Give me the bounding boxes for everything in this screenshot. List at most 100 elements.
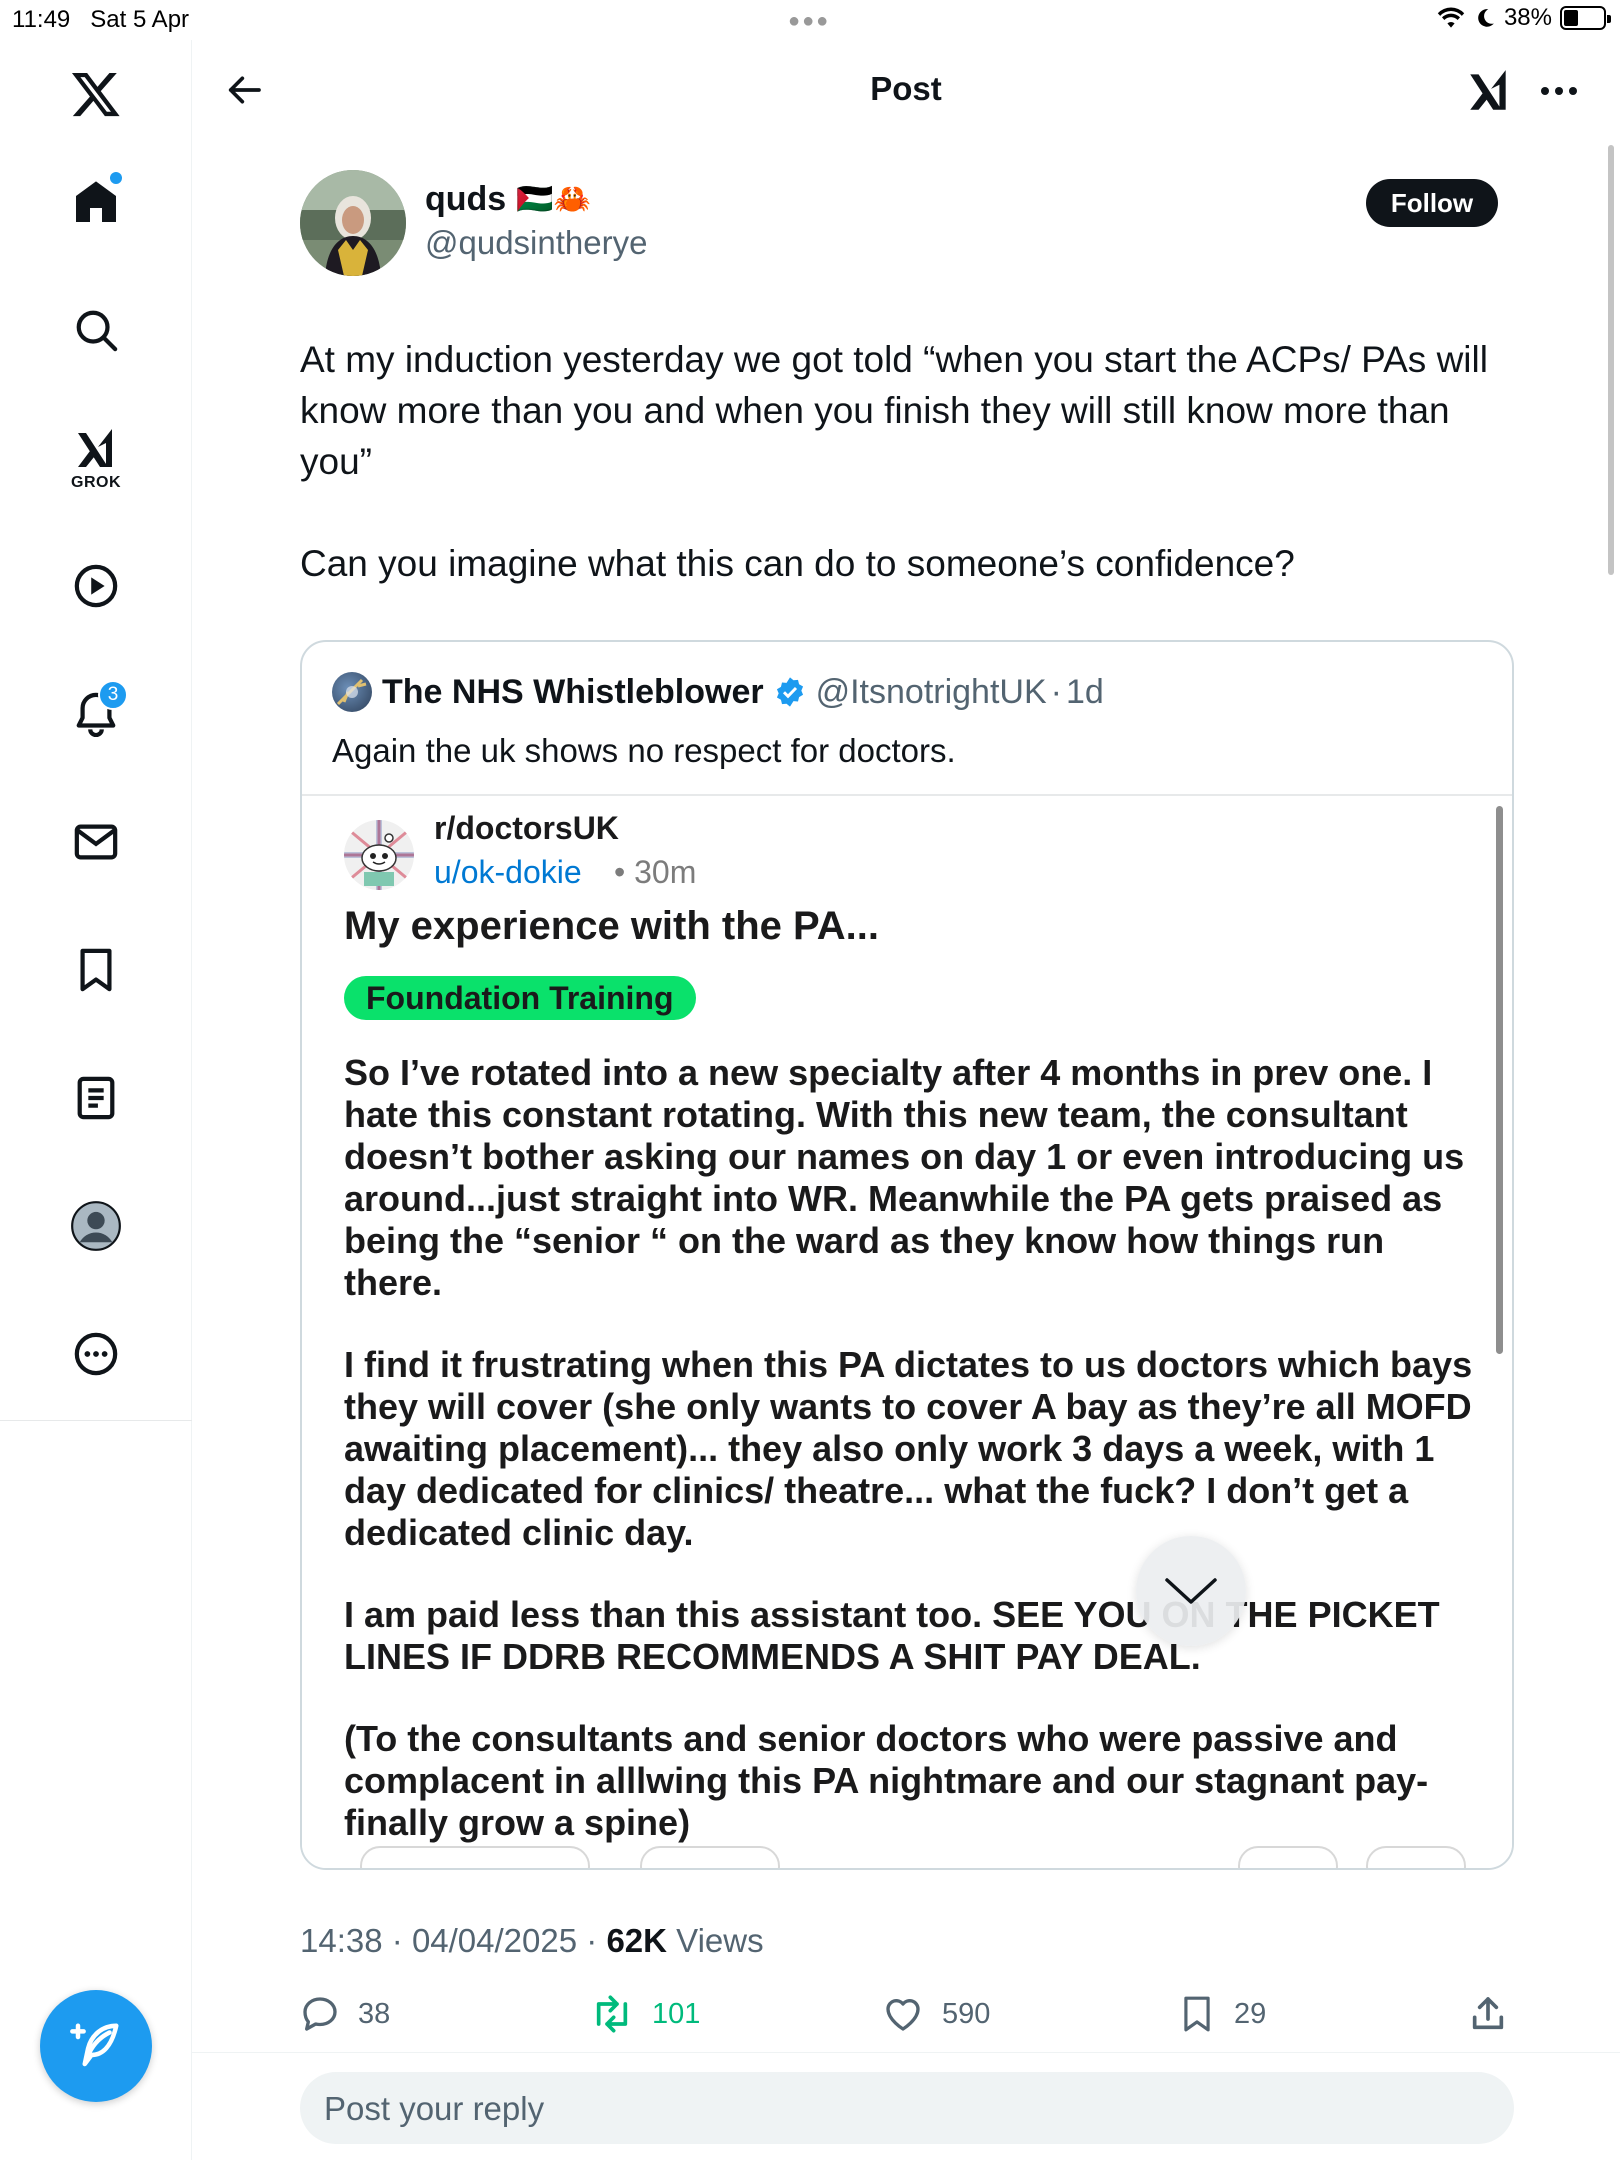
grok-icon (1470, 70, 1506, 110)
nav-more[interactable] (56, 1314, 136, 1394)
compose-icon (70, 2023, 119, 2067)
repost-count: 101 (652, 1997, 701, 2030)
like-icon (886, 1999, 920, 2031)
repost-button[interactable]: 101 (590, 1994, 700, 2034)
post-date: 04/04/2025 (411, 1922, 578, 1959)
lists-icon (77, 1076, 115, 1120)
page-scrollbar[interactable] (1608, 145, 1614, 575)
post-more-button[interactable] (1532, 64, 1586, 118)
search-icon (76, 310, 118, 352)
repost-icon (596, 1995, 628, 2033)
reddit-action-pill (360, 1846, 590, 1868)
grok-icon (78, 429, 112, 467)
share-icon (1472, 1997, 1504, 2030)
grok-button[interactable] (1464, 66, 1514, 116)
author-avatar[interactable] (300, 170, 406, 276)
more-icon (74, 1332, 118, 1376)
reddit-flair: Foundation Training (344, 976, 696, 1020)
views-label: Views (676, 1922, 764, 1959)
tweet-paragraph: At my induction yesterday we got told “w… (300, 339, 1488, 482)
reddit-paragraph: (To the consultants and senior doctors w… (344, 1718, 1429, 1843)
author-name[interactable]: quds 🇵🇸🦀 (425, 180, 591, 219)
mail-icon (74, 824, 118, 860)
quote-age: 1d (1065, 672, 1104, 711)
nav-notifications[interactable]: 3 (56, 674, 136, 754)
bookmark-icon (1184, 1996, 1210, 2032)
quote-screenshot-image[interactable]: r/doctorsUK u/ok-dokie • 30m My experien… (302, 796, 1512, 1868)
share-button[interactable] (1468, 1994, 1508, 2034)
screenshot-scrollbar (1496, 806, 1503, 1354)
quote-avatar (332, 672, 372, 712)
reddit-action-pill (1366, 1846, 1466, 1868)
status-bar: 11:49 Sat 5 Apr ●●● 38% (0, 0, 1620, 40)
reply-button[interactable]: 38 (300, 1994, 390, 2034)
quote-author-name: The NHS Whistleblower (382, 672, 764, 711)
nav-search[interactable] (56, 290, 136, 370)
x-logo-icon[interactable] (56, 54, 136, 134)
nav-grok[interactable]: GROK (56, 416, 136, 496)
tweet-paragraph: Can you imagine what this can do to some… (300, 543, 1295, 584)
nav-lists[interactable] (56, 1058, 136, 1138)
quote-header: The NHS Whistleblower @ItsnotrightUK · 1… (332, 672, 1104, 712)
author-handle[interactable]: @qudsintherye (425, 224, 647, 262)
nav-bookmarks[interactable] (56, 930, 136, 1010)
reply-count: 38 (358, 1997, 391, 2030)
reply-icon (303, 1997, 337, 2031)
page-title: Post (870, 70, 942, 107)
reply-divider (192, 2052, 1620, 2053)
reddit-post-title: My experience with the PA... (344, 904, 879, 948)
quoted-post[interactable]: The NHS Whistleblower @ItsnotrightUK · 1… (300, 640, 1514, 1870)
compose-button[interactable] (40, 1990, 152, 2102)
reddit-paragraph: I am paid less than this assistant too. … (344, 1594, 1440, 1677)
nav-divider (0, 1420, 192, 1421)
tweet-text: At my induction yesterday we got told “w… (300, 334, 1510, 640)
post-actions: 38 101 590 29 (300, 1994, 1510, 2044)
bookmark-button[interactable]: 29 (1178, 1994, 1266, 2034)
ellipsis-icon (1541, 87, 1577, 95)
post-meta: 14:38 · 04/04/2025 · 62K Views (300, 1922, 764, 1959)
nav-video[interactable] (56, 546, 136, 626)
video-icon (74, 564, 118, 608)
quote-author-handle: @ItsnotrightUK (815, 672, 1047, 711)
like-button[interactable]: 590 (882, 1994, 990, 2034)
home-unread-dot (110, 172, 122, 184)
reddit-paragraph: So I’ve rotated into a new specialty aft… (344, 1052, 1465, 1303)
scroll-down-button[interactable] (1136, 1536, 1246, 1646)
status-time: 11:49 Sat 5 Apr (12, 6, 190, 33)
like-count: 590 (942, 1997, 991, 2030)
wifi-icon (1437, 7, 1465, 28)
status-indicators: 38% (1436, 4, 1611, 32)
author-emojis: 🇵🇸🦀 (516, 183, 591, 216)
grok-label: GROK (71, 474, 121, 491)
post-header: Post (192, 40, 1620, 140)
reddit-action-pill (1238, 1846, 1338, 1868)
nav-profile[interactable] (56, 1186, 136, 1266)
reply-input[interactable]: Post your reply (300, 2072, 1514, 2144)
reddit-paragraph: I find it frustrating when this PA dicta… (344, 1344, 1473, 1553)
views-count: 62K (606, 1922, 667, 1959)
nav-messages[interactable] (56, 802, 136, 882)
follow-button[interactable]: Follow (1366, 179, 1498, 227)
battery-icon (1560, 6, 1611, 30)
bookmark-icon (80, 948, 112, 992)
verified-icon (776, 677, 803, 707)
subreddit-avatar (344, 820, 414, 890)
quote-text: Again the uk shows no respect for doctor… (332, 732, 956, 769)
reddit-username: u/ok-dokie (434, 854, 582, 890)
moon-icon (1478, 9, 1494, 27)
nav-home[interactable] (56, 162, 136, 242)
reddit-post-body: So I’ve rotated into a new specialty aft… (344, 1052, 1484, 1868)
side-navigation: GROK 3 (0, 40, 192, 2160)
bookmark-count: 29 (1234, 1997, 1267, 2030)
post-time: 14:38 (300, 1922, 383, 1959)
subreddit-name: r/doctorsUK (434, 810, 619, 846)
reply-placeholder: Post your reply (324, 2090, 545, 2127)
battery-percent: 38% (1503, 4, 1552, 31)
multitask-dots-icon[interactable]: ●●● (788, 10, 830, 33)
home-icon (76, 181, 116, 222)
quote-separator: · (1050, 672, 1062, 711)
profile-icon (71, 1201, 121, 1251)
reddit-time: • 30m (614, 854, 697, 890)
chevron-down-icon (1165, 1578, 1217, 1604)
reddit-action-pill (640, 1846, 780, 1868)
